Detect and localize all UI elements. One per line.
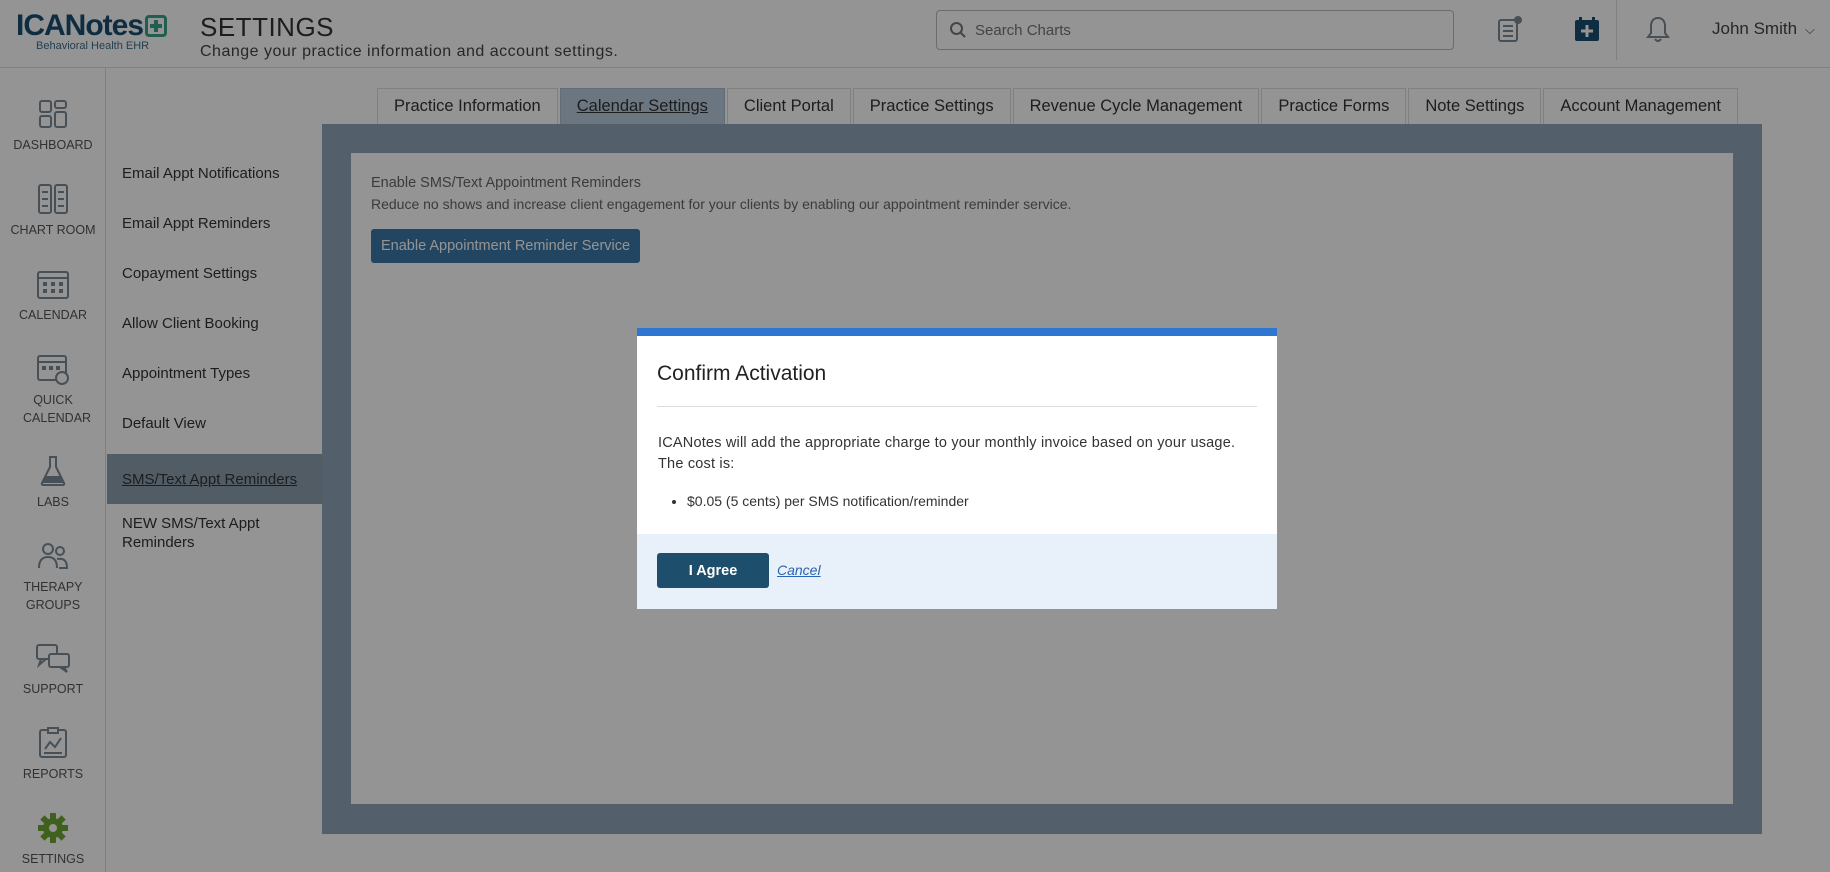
dialog-message-line: ICANotes will add the appropriate charge… [658,435,1236,451]
agree-button[interactable]: I Agree [657,553,769,588]
dialog-message-line: The cost is: [658,456,735,472]
dialog-message: ICANotes will add the appropriate charge… [658,433,1258,475]
cancel-link[interactable]: Cancel [777,562,821,578]
cost-list-item: $0.05 (5 cents) per SMS notification/rem… [687,493,969,509]
dialog-footer: I Agree Cancel [637,534,1277,609]
confirm-activation-dialog: Confirm Activation ICANotes will add the… [637,328,1277,609]
dialog-divider [657,406,1257,407]
dialog-title: Confirm Activation [657,362,827,385]
cost-list: $0.05 (5 cents) per SMS notification/rem… [687,493,969,509]
